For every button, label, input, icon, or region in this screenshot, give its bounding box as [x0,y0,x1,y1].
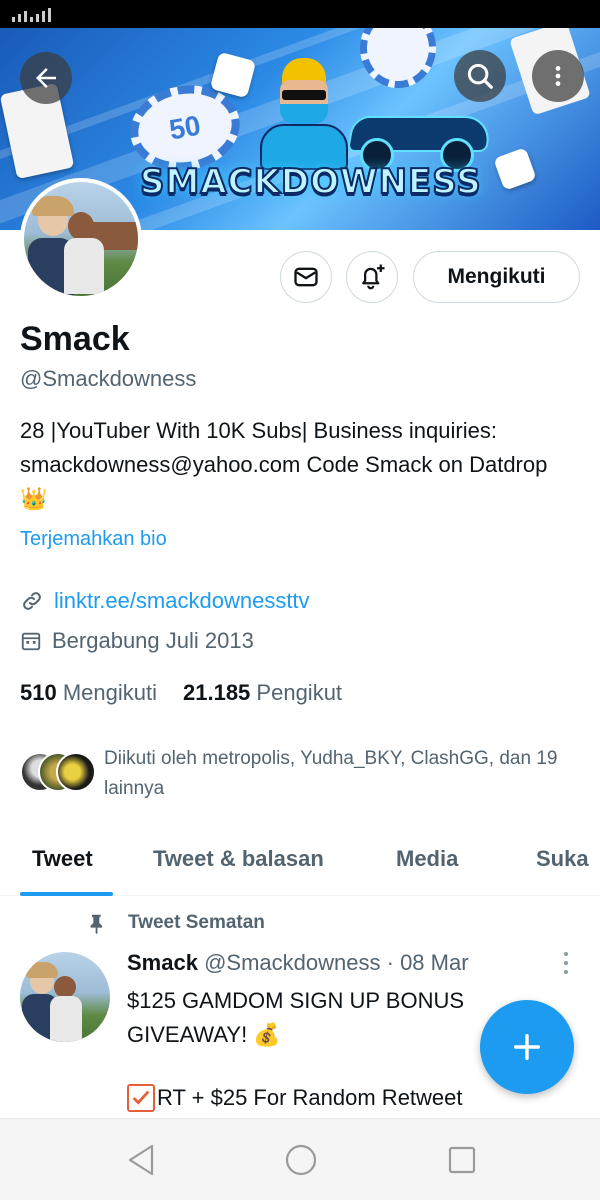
pin-icon [90,914,103,934]
tweet-date: 08 Mar [400,950,469,975]
active-tab-indicator [20,892,113,896]
tweet-author-name[interactable]: Smack [127,950,198,975]
mascot-graphic [258,58,350,170]
back-button[interactable] [20,52,72,104]
tweet-line-text: RT + $25 For Random Retweet [157,1085,463,1110]
calendar-icon [21,632,41,651]
follow-stats: 510 Mengikuti 21.185 Pengikut [20,680,342,706]
profile-link-text[interactable]: linktr.ee/smackdownessttv [54,588,310,614]
profile-bio: 28 |YouTuber With 10K Subs| Business inq… [20,418,548,511]
message-button[interactable] [280,251,332,303]
translate-bio-link[interactable]: Terjemahkan bio [20,528,167,551]
notify-button[interactable] [346,251,398,303]
tweet-text: $125 GAMDOM SIGN UP BONUS GIVEAWAY! 💰 [127,988,465,1047]
tweet-separator: · [386,950,394,975]
following-count: 510 [20,680,57,705]
more-vertical-icon [555,66,561,86]
nav-recents-icon[interactable] [448,1143,476,1177]
checkmark-icon [127,1084,155,1112]
tweet-line: RT + $25 For Random Retweet [127,1084,463,1112]
more-options-button[interactable] [532,50,584,102]
avatar [56,752,96,792]
profile-tabs: Tweet Tweet & balasan Media Suka [0,832,600,896]
nav-back-icon[interactable] [126,1143,156,1177]
car-graphic [340,92,500,172]
following-stat[interactable]: 510 Mengikuti [20,680,157,706]
followers-count: 21.185 [183,680,251,705]
search-icon [467,63,493,89]
tweet-avatar[interactable] [20,952,110,1042]
tab-likes[interactable]: Suka [536,846,589,872]
tweet-author-handle: @Smackdowness [204,950,381,975]
mail-icon [294,267,318,287]
follower-avatars [20,752,96,794]
tweet-header: Smack @Smackdowness · 08 Mar [127,950,469,976]
following-label: Mengikuti [62,680,157,705]
banner-title: SMACKDOWNESS [139,161,482,203]
followed-by[interactable]: Diikuti oleh metropolis, Yudha_BKY, Clas… [20,744,580,804]
plus-icon [513,1033,541,1061]
nav-home-icon[interactable] [284,1143,318,1177]
tab-media[interactable]: Media [396,846,458,872]
following-button[interactable]: Mengikuti [413,251,580,303]
pinned-label: Tweet Sematan [86,912,265,934]
joined-date: Bergabung Juli 2013 [20,628,254,654]
signal-icon [12,6,51,22]
profile-avatar[interactable] [20,178,142,300]
profile-handle: @Smackdowness [20,366,197,391]
pinned-text: Tweet Sematan [128,912,265,933]
profile-link[interactable]: linktr.ee/smackdownessttv [20,588,310,614]
search-button[interactable] [454,50,506,102]
arrow-left-icon [36,68,56,88]
joined-text: Bergabung Juli 2013 [52,628,254,653]
compose-tweet-button[interactable] [480,1000,574,1094]
system-navigation-bar [0,1118,600,1200]
link-icon [23,592,41,610]
bell-plus-icon [362,264,385,290]
followers-label: Pengikut [256,680,343,705]
tab-tweet[interactable]: Tweet [32,846,93,872]
tab-tweet-replies[interactable]: Tweet & balasan [153,846,324,872]
profile-name: Smack [20,320,130,358]
tweet-more-button[interactable] [556,950,576,976]
followed-by-text: Diikuti oleh metropolis, Yudha_BKY, Clas… [104,748,558,799]
status-bar [0,0,600,28]
followers-stat[interactable]: 21.185 Pengikut [183,680,342,706]
